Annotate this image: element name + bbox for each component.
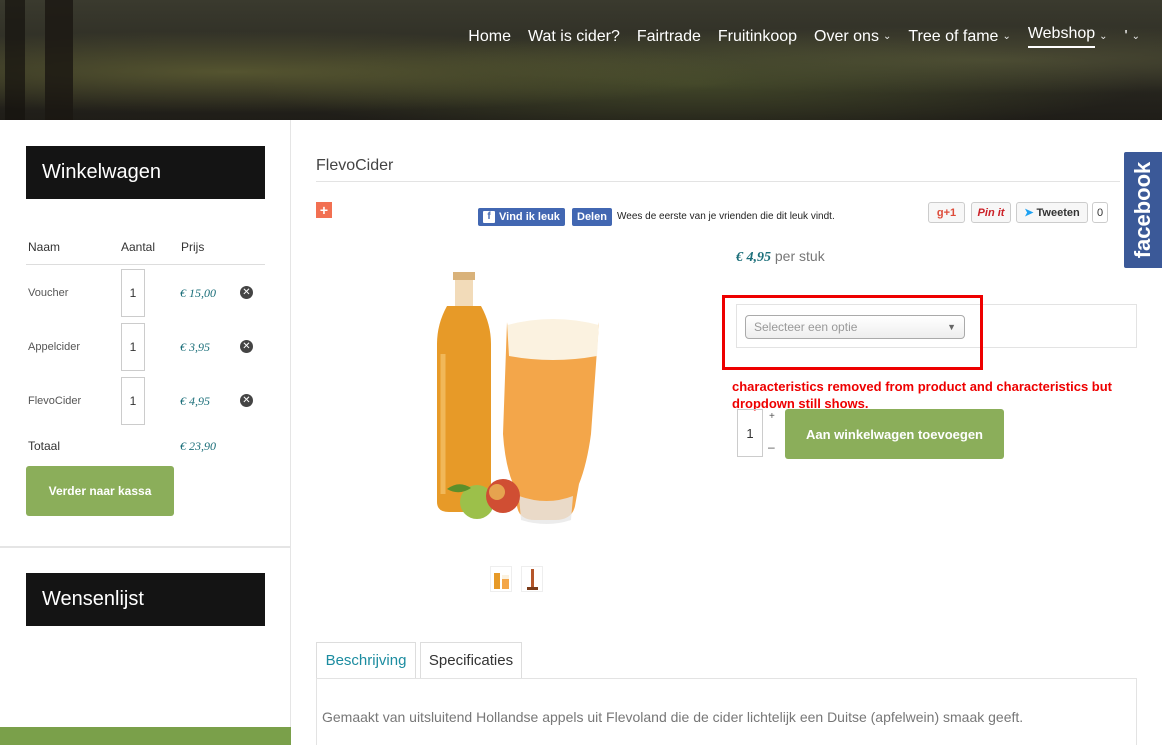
fb-social-text: Wees de eerste van je vrienden die dit l… [617, 211, 835, 222]
pinit-button[interactable]: Pin it [971, 202, 1011, 223]
nav-label: Webshop [1027, 25, 1096, 48]
cart-header-price: Prijs [181, 240, 205, 254]
cart-item-price: € 15,00 [180, 286, 216, 300]
annotation-text: characteristics removed from product and… [732, 379, 1113, 411]
quantity-input[interactable]: 1 [737, 409, 763, 457]
nav-tree-of-fame[interactable]: Tree of fame ⌄ [908, 25, 1011, 48]
main-nav: Home Wat is cider? Fairtrade Fruitinkoop… [451, 25, 1140, 48]
price-unit: per stuk [774, 248, 825, 264]
wishlist-title: Wensenlijst [26, 573, 265, 626]
cart-row: Voucher 1 € 15,00 ✕ [26, 265, 265, 319]
nav-label: Fairtrade [636, 27, 701, 45]
nav-fairtrade[interactable]: Fairtrade [637, 25, 701, 48]
sidebar-divider [0, 546, 291, 548]
price-amount: € 4,95 [736, 250, 771, 265]
add-to-cart-button[interactable]: Aan winkelwagen toevoegen [785, 409, 1004, 459]
tweet-label: Tweeten [1036, 206, 1080, 219]
cider-glass-bottle-illustration [437, 272, 600, 524]
tab-beschrijving[interactable]: Beschrijving [316, 642, 416, 678]
tweet-button[interactable]: ➤ Tweeten [1016, 202, 1088, 223]
gplus-button[interactable]: g+1 [928, 202, 965, 223]
title-divider [316, 181, 1120, 182]
cart-item-price: € 4,95 [180, 394, 210, 408]
cart-item-qty-input[interactable]: 1 [121, 269, 145, 317]
cart-item-qty-input[interactable]: 1 [121, 377, 145, 425]
nav-label: Tree of fame [908, 27, 999, 45]
nav-home[interactable]: Home [468, 25, 511, 48]
nav-label: ' [1124, 27, 1128, 45]
sidebar [0, 120, 291, 745]
cart-item-name: FlevoCider [28, 395, 82, 407]
checkout-button[interactable]: Verder naar kassa [26, 466, 174, 516]
nav-label: Home [468, 27, 511, 45]
header-background-tree [45, 0, 73, 120]
nav-label: Fruitinkoop [717, 27, 798, 45]
nav-over-ons[interactable]: Over ons ⌄ [814, 25, 891, 48]
product-image[interactable] [367, 244, 667, 544]
cart-item-price: € 3,95 [180, 340, 210, 354]
nav-fruitinkoop[interactable]: Fruitinkoop [718, 25, 797, 48]
facebook-side-tab[interactable]: facebook [1122, 150, 1162, 270]
tweet-count: 0 [1092, 202, 1108, 223]
fb-like-label: Vind ik leuk [499, 211, 560, 223]
qty-increase-button[interactable]: + [769, 411, 775, 422]
cart-item-qty-input[interactable]: 1 [121, 323, 145, 371]
product-thumbnail[interactable] [521, 566, 543, 592]
sidebar-footer-bar [0, 727, 291, 745]
cart-total-value: € 23,90 [180, 439, 216, 453]
annotation-highlight-box [722, 295, 983, 370]
facebook-icon: f [483, 211, 495, 223]
nav-extra[interactable]: ' ⌄ [1125, 25, 1140, 48]
twitter-bird-icon: ➤ [1024, 207, 1034, 219]
remove-icon[interactable]: ✕ [240, 340, 253, 353]
nav-webshop[interactable]: Webshop ⌄ [1027, 25, 1108, 48]
cart-title: Winkelwagen [26, 146, 265, 199]
chevron-down-icon: ⌄ [1131, 31, 1140, 42]
thumbnail-image [494, 573, 509, 589]
cart-header-name: Naam [28, 240, 61, 254]
unit-price: € 4,95 per stuk [736, 248, 825, 266]
nav-label: Over ons [814, 27, 879, 45]
qty-decrease-button[interactable]: – [768, 440, 775, 454]
product-thumbnail[interactable] [490, 566, 512, 592]
fb-like-button[interactable]: f Vind ik leuk [478, 208, 565, 226]
cart-row: Appelcider 1 € 3,95 ✕ [26, 319, 265, 373]
fb-share-button[interactable]: Delen [572, 208, 612, 226]
remove-icon[interactable]: ✕ [240, 286, 253, 299]
facebook-tab-label: facebook [1130, 161, 1155, 259]
cart-header-qty: Aantal [121, 240, 156, 254]
tab-specificaties[interactable]: Specificaties [420, 642, 522, 678]
cart-item-name: Appelcider [28, 341, 80, 353]
nav-wat-is-cider[interactable]: Wat is cider? [528, 25, 620, 48]
remove-icon[interactable]: ✕ [240, 394, 253, 407]
cart-row: FlevoCider 1 € 4,95 ✕ [26, 373, 265, 427]
cart-total-label: Totaal [28, 439, 61, 453]
addthis-plus-icon[interactable]: + [316, 202, 332, 218]
product-title: FlevoCider [316, 157, 394, 174]
chevron-down-icon: ⌄ [882, 31, 892, 42]
chevron-down-icon: ⌄ [1002, 31, 1011, 42]
header-banner: Home Wat is cider? Fairtrade Fruitinkoop… [0, 0, 1162, 120]
cart-item-name: Voucher [28, 287, 69, 299]
nav-label: Wat is cider? [527, 27, 620, 45]
product-description: Gemaakt van uitsluitend Hollandse appels… [322, 709, 1024, 725]
chevron-down-icon: ⌄ [1099, 31, 1108, 42]
header-background-tree [5, 0, 25, 120]
thumbnail-image [527, 569, 538, 590]
